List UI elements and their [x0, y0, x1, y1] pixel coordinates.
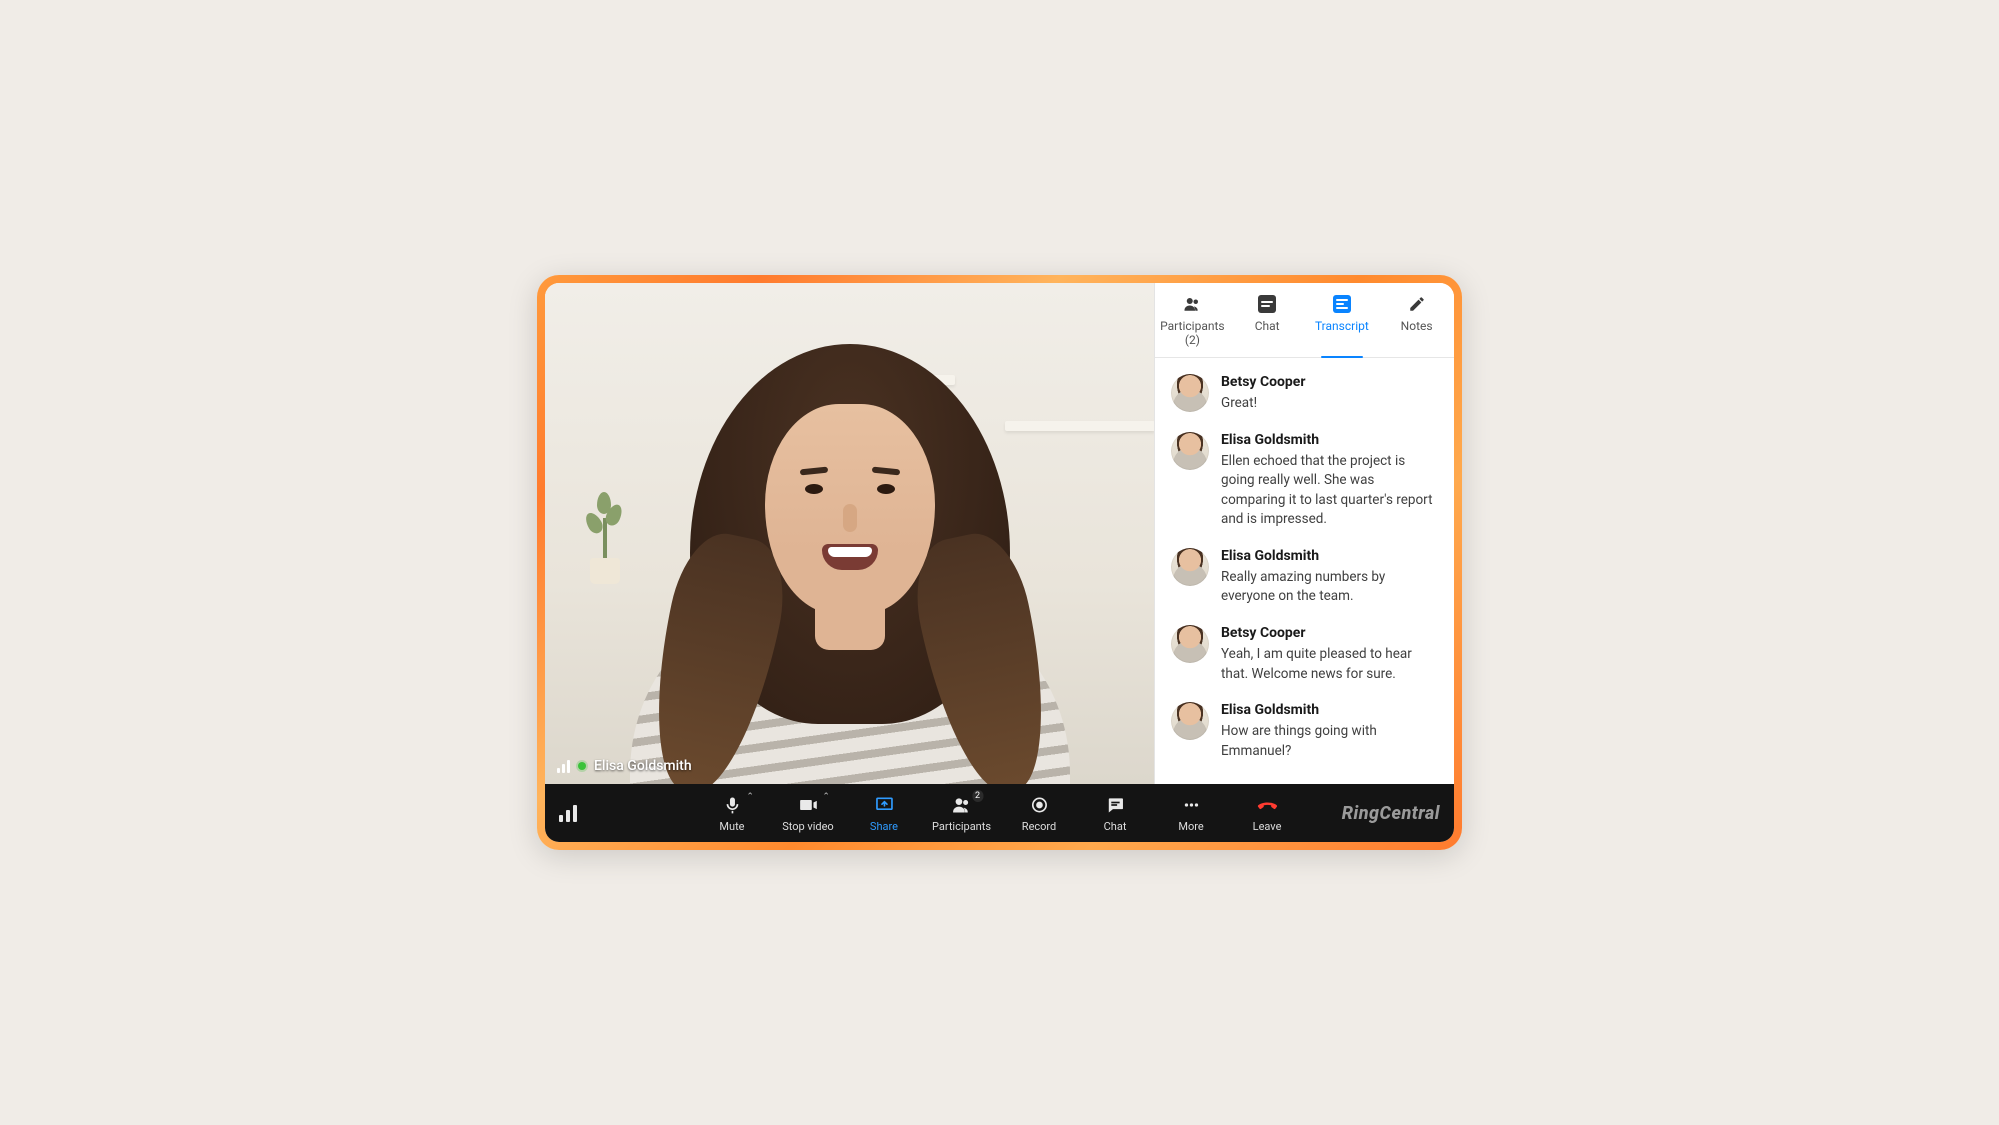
avatar — [1171, 625, 1209, 663]
tab-chat-label: Chat — [1255, 319, 1280, 333]
device-frame: Elisa Goldsmith Participants (2) — [537, 275, 1462, 850]
chevron-up-icon[interactable]: ⌃ — [746, 792, 754, 802]
transcript-text: Ellen echoed that the project is going r… — [1221, 452, 1438, 530]
participants-label: Participants — [932, 820, 991, 833]
transcript-speaker: Betsy Cooper — [1221, 374, 1438, 390]
signal-icon — [559, 804, 577, 822]
mute-label: Mute — [719, 820, 744, 833]
side-panel: Participants (2) Chat Transcript — [1154, 283, 1454, 784]
tab-transcript-label: Transcript — [1315, 319, 1369, 333]
transcript-entry: Elisa Goldsmith How are things going wit… — [1171, 702, 1438, 761]
transcript-text: Yeah, I am quite pleased to hear that. W… — [1221, 645, 1438, 684]
tab-participants-label: Participants (2) — [1160, 319, 1224, 347]
participants-icon — [1159, 295, 1226, 313]
transcript-icon — [1309, 295, 1376, 313]
side-panel-tabs: Participants (2) Chat Transcript — [1155, 283, 1454, 358]
avatar — [1171, 374, 1209, 412]
transcript-text: How are things going with Emmanuel? — [1221, 722, 1438, 761]
leave-button[interactable]: Leave — [1239, 794, 1295, 833]
connection-indicator[interactable] — [559, 804, 577, 822]
record-icon — [1029, 794, 1049, 816]
share-label: Share — [870, 820, 898, 833]
transcript-entry: Betsy Cooper Yeah, I am quite pleased to… — [1171, 625, 1438, 684]
speaker-name-label: Elisa Goldsmith — [594, 758, 692, 774]
transcript-speaker: Elisa Goldsmith — [1221, 548, 1438, 564]
chat-icon — [1105, 794, 1125, 816]
transcript-speaker: Elisa Goldsmith — [1221, 702, 1438, 718]
video-icon — [798, 794, 818, 816]
control-bar: ⌃ Mute ⌃ Stop video — [545, 784, 1454, 842]
participants-button[interactable]: 2 Participants — [932, 794, 991, 833]
control-bar-center: ⌃ Mute ⌃ Stop video — [704, 794, 1295, 833]
signal-icon — [557, 759, 570, 773]
stop-video-label: Stop video — [782, 820, 834, 833]
video-background — [545, 283, 1154, 784]
tab-notes-label: Notes — [1401, 319, 1433, 333]
transcript-entry: Betsy Cooper Great! — [1171, 374, 1438, 414]
hang-up-icon — [1257, 794, 1277, 816]
more-icon — [1181, 794, 1201, 816]
app-window: Elisa Goldsmith Participants (2) — [545, 283, 1454, 842]
more-label: More — [1178, 820, 1203, 833]
chat-label: Chat — [1104, 820, 1127, 833]
leave-label: Leave — [1253, 820, 1282, 833]
video-overlay: Elisa Goldsmith — [557, 758, 692, 774]
transcript-text: Really amazing numbers by everyone on th… — [1221, 568, 1438, 607]
avatar — [1171, 702, 1209, 740]
tab-transcript[interactable]: Transcript — [1305, 283, 1380, 357]
chat-button[interactable]: Chat — [1087, 794, 1143, 833]
chat-icon — [1234, 295, 1301, 313]
transcript-entry: Elisa Goldsmith Really amazing numbers b… — [1171, 548, 1438, 607]
mic-active-icon — [578, 762, 586, 770]
transcript-speaker: Betsy Cooper — [1221, 625, 1438, 641]
avatar — [1171, 432, 1209, 470]
tab-participants[interactable]: Participants (2) — [1155, 283, 1230, 357]
share-screen-icon — [874, 794, 894, 816]
transcript-text: Great! — [1221, 394, 1438, 414]
stop-video-button[interactable]: ⌃ Stop video — [780, 794, 836, 833]
more-button[interactable]: More — [1163, 794, 1219, 833]
chevron-up-icon[interactable]: ⌃ — [822, 792, 830, 802]
speaker-illustration — [590, 314, 1110, 784]
record-button[interactable]: Record — [1011, 794, 1067, 833]
participants-count-badge: 2 — [972, 790, 983, 802]
transcript-speaker: Elisa Goldsmith — [1221, 432, 1438, 448]
transcript-entry: Elisa Goldsmith Ellen echoed that the pr… — [1171, 432, 1438, 530]
tab-notes[interactable]: Notes — [1379, 283, 1454, 357]
notes-icon — [1383, 295, 1450, 313]
participants-icon — [951, 794, 971, 816]
video-pane: Elisa Goldsmith — [545, 283, 1154, 784]
transcript-list[interactable]: Betsy Cooper Great! Elisa Goldsmith Elle… — [1155, 358, 1454, 784]
main-area: Elisa Goldsmith Participants (2) — [545, 283, 1454, 784]
avatar — [1171, 548, 1209, 586]
record-label: Record — [1022, 820, 1056, 833]
mute-button[interactable]: ⌃ Mute — [704, 794, 760, 833]
microphone-icon — [722, 794, 742, 816]
share-button[interactable]: Share — [856, 794, 912, 833]
brand-logo: RingCentral — [1342, 803, 1440, 824]
tab-chat[interactable]: Chat — [1230, 283, 1305, 357]
